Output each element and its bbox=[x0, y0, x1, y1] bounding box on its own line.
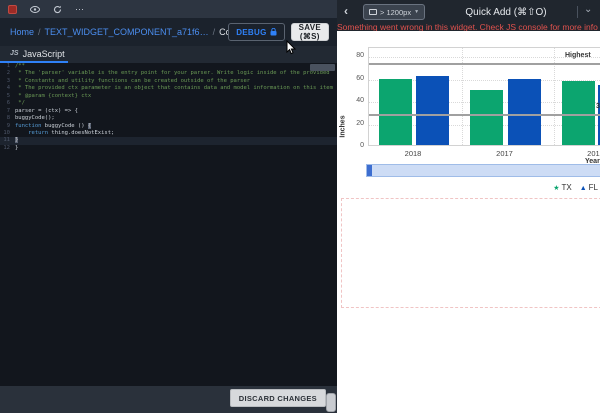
tab-javascript-label: JavaScript bbox=[23, 49, 65, 59]
breadcrumb-current-page: Content bbox=[219, 27, 228, 37]
viewport-size-dropdown[interactable]: > 1200px ▼ bbox=[363, 4, 425, 20]
save-button-label: SAVE (⌘S) bbox=[299, 23, 321, 41]
js-badge-icon: JS bbox=[10, 50, 19, 57]
legend-label: TX bbox=[561, 183, 571, 192]
legend-marker-icon: ★ bbox=[553, 185, 559, 192]
line-number: 5 bbox=[0, 93, 15, 100]
bar-FL-2018[interactable] bbox=[416, 76, 449, 145]
preview-panel: ‹ > 1200px ▼ Quick Add (⌘⇧O) ⌄ Something… bbox=[337, 0, 600, 413]
breadcrumb-separator: / bbox=[213, 27, 216, 37]
line-number: 3 bbox=[0, 78, 15, 85]
refresh-icon[interactable] bbox=[53, 5, 62, 14]
line-number: 12 bbox=[0, 145, 15, 152]
legend-item-TX[interactable]: ★TX bbox=[553, 183, 572, 192]
back-icon[interactable]: ‹ bbox=[344, 4, 348, 18]
monitor-icon bbox=[369, 9, 377, 15]
widget-error-text: Something went wrong in this widget. Che… bbox=[337, 24, 600, 31]
code-line[interactable]: 8buggyCode(); bbox=[0, 115, 337, 122]
x-axis-tick: 2018 bbox=[405, 149, 422, 158]
discard-changes-button[interactable]: DISCARD CHANGES bbox=[230, 389, 326, 407]
bar-TX-2018[interactable] bbox=[379, 79, 412, 145]
y-axis-tick: 60 bbox=[344, 75, 364, 82]
y-axis-tick: 80 bbox=[344, 52, 364, 59]
viewport-size-value: > 1200px bbox=[380, 8, 411, 17]
y-axis-tick: 0 bbox=[344, 142, 364, 149]
reference-line bbox=[369, 63, 600, 65]
breadcrumb-separator: / bbox=[38, 27, 41, 37]
reference-line bbox=[369, 114, 600, 116]
code-line[interactable]: 3 * Constants and utility functions can … bbox=[0, 78, 337, 85]
line-number: 2 bbox=[0, 70, 15, 77]
editor-bottom-bar: DISCARD CHANGES bbox=[0, 386, 337, 413]
breadcrumb-widget-link[interactable]: TEXT_WIDGET_COMPONENT_a71f6… bbox=[45, 27, 209, 37]
legend-marker-icon: ▲ bbox=[580, 185, 587, 192]
y-axis-tick: 20 bbox=[344, 120, 364, 127]
line-number: 10 bbox=[0, 130, 15, 137]
debug-button[interactable]: DEBUG bbox=[228, 23, 284, 41]
code-line[interactable]: 2 * The 'parser' variable is the entry p… bbox=[0, 70, 337, 77]
chart-scrollbar-handle[interactable] bbox=[367, 165, 372, 176]
line-number: 8 bbox=[0, 115, 15, 122]
line-number: 9 bbox=[0, 123, 15, 130]
lock-icon bbox=[270, 28, 277, 36]
panel-scrollbar-thumb[interactable] bbox=[326, 393, 336, 412]
legend-item-FL[interactable]: ▲FL bbox=[580, 183, 598, 192]
preview-header: ‹ > 1200px ▼ Quick Add (⌘⇧O) ⌄ bbox=[337, 0, 600, 24]
code-line[interactable]: 7parser = (ctx) => { bbox=[0, 108, 337, 115]
y-axis-tick: 40 bbox=[344, 97, 364, 104]
eye-icon[interactable] bbox=[30, 6, 40, 13]
reference-line-label: Highest bbox=[565, 52, 591, 59]
legend-label: FL bbox=[589, 183, 598, 192]
code-line[interactable]: 4 * The provided ctx parameter is an obj… bbox=[0, 85, 337, 92]
line-number: 4 bbox=[0, 85, 15, 92]
header-divider bbox=[577, 6, 578, 18]
bar-TX-2017[interactable] bbox=[470, 90, 503, 145]
code-line[interactable]: 5 * @param {context} ctx bbox=[0, 93, 337, 100]
editor-scrollbar-thumb[interactable] bbox=[310, 64, 335, 71]
line-number: 6 bbox=[0, 100, 15, 107]
code-editor[interactable]: 1/**2 * The 'parser' variable is the ent… bbox=[0, 63, 337, 386]
save-button[interactable]: SAVE (⌘S) bbox=[291, 23, 329, 41]
tab-javascript[interactable]: JS JavaScript bbox=[0, 46, 68, 61]
code-line[interactable]: 6 */ bbox=[0, 100, 337, 107]
code-line[interactable]: 1/** bbox=[0, 63, 337, 70]
line-number: 11 bbox=[0, 137, 15, 144]
chevron-down-icon[interactable]: ⌄ bbox=[584, 4, 592, 15]
reference-line-label: 3 bbox=[596, 103, 600, 110]
x-axis-tick: 2016 bbox=[587, 149, 600, 158]
app-window: ⋯ Home / TEXT_WIDGET_COMPONENT_a71f6… / … bbox=[0, 0, 600, 413]
bar-FL-2017[interactable] bbox=[508, 79, 541, 145]
chart-horizontal-scrollbar[interactable] bbox=[366, 164, 600, 177]
editor-panel: ⋯ Home / TEXT_WIDGET_COMPONENT_a71f6… / … bbox=[0, 0, 337, 413]
preview-title: Quick Add (⌘⇧O) bbox=[465, 7, 546, 18]
top-toolbar: ⋯ bbox=[0, 0, 337, 18]
x-axis-tick: 2017 bbox=[496, 149, 513, 158]
empty-widget-dropzone[interactable] bbox=[341, 198, 600, 308]
caret-down-icon: ▼ bbox=[414, 9, 419, 15]
app-logo-icon[interactable] bbox=[8, 5, 17, 14]
mouse-cursor bbox=[286, 40, 297, 55]
preview-content: Inches Year 020406080201820172016Highest… bbox=[337, 31, 600, 413]
chart-plot-area bbox=[368, 47, 600, 146]
code-line[interactable]: 11} bbox=[0, 137, 337, 144]
breadcrumb-home-link[interactable]: Home bbox=[10, 27, 34, 37]
debug-button-label: DEBUG bbox=[236, 28, 266, 37]
bar-TX-2016[interactable] bbox=[562, 81, 595, 145]
more-options-icon[interactable]: ⋯ bbox=[75, 5, 84, 14]
line-number: 7 bbox=[0, 108, 15, 115]
code-line[interactable]: 10 return thing.doesNotExist; bbox=[0, 130, 337, 137]
code-line[interactable]: 12} bbox=[0, 145, 337, 152]
line-number: 1 bbox=[0, 63, 15, 70]
widget-error-banner: Something went wrong in this widget. Che… bbox=[337, 24, 600, 31]
code-line[interactable]: 9function buggyCode () { bbox=[0, 123, 337, 130]
chart-legend: ★TX ▲FL bbox=[545, 183, 598, 192]
